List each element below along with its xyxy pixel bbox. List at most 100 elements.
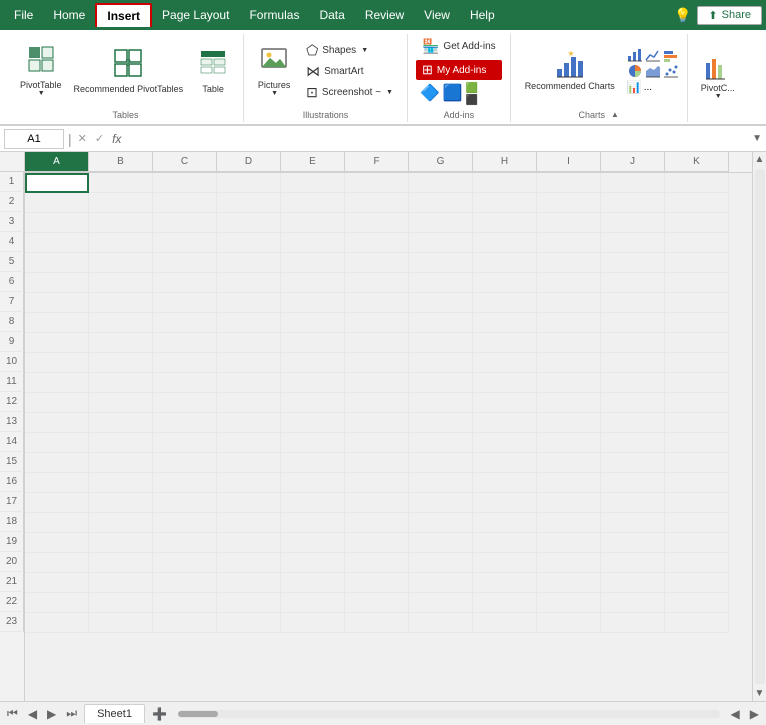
cell-C1[interactable] xyxy=(153,173,217,193)
pivot-table-button[interactable]: PivotTable ▼ xyxy=(16,43,66,99)
col-header-G[interactable]: G xyxy=(409,152,473,172)
row-18[interactable]: 18 xyxy=(0,512,24,532)
area-chart-icon[interactable] xyxy=(645,64,661,78)
cell-reference-input[interactable] xyxy=(4,129,64,149)
cell-B1[interactable] xyxy=(89,173,153,193)
row-13[interactable]: 13 xyxy=(0,412,24,432)
col-header-B[interactable]: B xyxy=(89,152,153,172)
row-7[interactable]: 7 xyxy=(0,292,24,312)
cell-H1[interactable] xyxy=(473,173,537,193)
sheet-nav-last[interactable]: ⏭ xyxy=(63,704,80,723)
table-button[interactable]: Table xyxy=(191,47,235,96)
cell-A1[interactable] xyxy=(25,173,89,193)
scroll-up-button[interactable]: ▲ xyxy=(753,152,766,167)
charts-collapse-button[interactable]: ▲ xyxy=(611,110,619,119)
cell-K1[interactable] xyxy=(665,173,729,193)
vertical-scrollbar[interactable]: ▲ ▼ xyxy=(752,152,766,701)
my-addins-button[interactable]: ⊞ My Add-ins xyxy=(416,60,502,80)
row-12[interactable]: 12 xyxy=(0,392,24,412)
col-header-E[interactable]: E xyxy=(281,152,345,172)
ms-icon-3[interactable]: 🟩 xyxy=(466,83,478,94)
cell-G1[interactable] xyxy=(409,173,473,193)
row-2[interactable]: 2 xyxy=(0,192,24,212)
tab-page-layout[interactable]: Page Layout xyxy=(152,4,239,26)
cell-F1[interactable] xyxy=(345,173,409,193)
share-button[interactable]: ⬆ Share xyxy=(697,6,762,25)
add-sheet-button[interactable]: ➕ xyxy=(149,705,170,723)
col-header-H[interactable]: H xyxy=(473,152,537,172)
ribbon-group-illustrations: Pictures ▼ ⬠ Shapes ▼ ⋈ SmartArt ⊡ xyxy=(244,34,408,122)
col-header-A[interactable]: A xyxy=(25,152,89,172)
col-header-J[interactable]: J xyxy=(601,152,665,172)
recommended-charts-button[interactable]: ★ Recommended Charts xyxy=(519,49,621,93)
cell-I1[interactable] xyxy=(537,173,601,193)
sheet-nav-prev[interactable]: ◀ xyxy=(25,705,40,723)
row-16[interactable]: 16 xyxy=(0,472,24,492)
cell-E1[interactable] xyxy=(281,173,345,193)
col-header-K[interactable]: K xyxy=(665,152,729,172)
row-8[interactable]: 8 xyxy=(0,312,24,332)
bar-chart-icon[interactable] xyxy=(627,48,643,62)
scroll-right-button[interactable]: ▶ xyxy=(747,705,762,723)
sheet-nav-next[interactable]: ▶ xyxy=(44,705,59,723)
row-19[interactable]: 19 xyxy=(0,532,24,552)
search-icon[interactable]: 💡 xyxy=(668,7,697,24)
tab-review[interactable]: Review xyxy=(355,4,414,26)
row-9[interactable]: 9 xyxy=(0,332,24,352)
row-20[interactable]: 20 xyxy=(0,552,24,572)
row-23[interactable]: 23 xyxy=(0,612,24,632)
row-21[interactable]: 21 xyxy=(0,572,24,592)
row-11[interactable]: 11 xyxy=(0,372,24,392)
screenshot-button[interactable]: ⊡ Screenshot ~ ▼ xyxy=(300,82,399,103)
cell-J1[interactable] xyxy=(601,173,665,193)
ms-icon-1[interactable]: 🔷 xyxy=(420,83,440,106)
scroll-down-button[interactable]: ▼ xyxy=(753,686,766,701)
row-14[interactable]: 14 xyxy=(0,432,24,452)
formula-input[interactable] xyxy=(127,129,748,149)
tab-home[interactable]: Home xyxy=(43,4,95,26)
fx-button[interactable]: fx xyxy=(110,132,123,146)
row-10[interactable]: 10 xyxy=(0,352,24,372)
recommended-pivottables-button[interactable]: ? Recommended PivotTables xyxy=(70,47,188,96)
row-22[interactable]: 22 xyxy=(0,592,24,612)
more-charts-icon[interactable]: ... xyxy=(644,82,652,93)
row-3[interactable]: 3 xyxy=(0,212,24,232)
scatter-chart-icon[interactable] xyxy=(663,64,679,78)
pie-chart-icon[interactable] xyxy=(627,64,643,78)
ms-icon-2[interactable]: 🟦 xyxy=(443,83,463,106)
row-1[interactable]: 1 xyxy=(0,172,24,192)
scroll-left-button[interactable]: ◀ xyxy=(728,705,743,723)
col-header-D[interactable]: D xyxy=(217,152,281,172)
pictures-button[interactable]: Pictures ▼ xyxy=(252,43,296,99)
scroll-track[interactable] xyxy=(755,169,765,684)
row-15[interactable]: 15 xyxy=(0,452,24,472)
bar-chart-2-icon[interactable] xyxy=(663,48,679,62)
row-6[interactable]: 6 xyxy=(0,272,24,292)
ms-icon-4[interactable]: ⬛ xyxy=(466,95,478,106)
sheet-nav-first[interactable]: ⏮ xyxy=(4,704,21,723)
formula-dropdown-icon[interactable]: ▼ xyxy=(752,133,762,144)
tab-formulas[interactable]: Formulas xyxy=(239,4,309,26)
cell-D1[interactable] xyxy=(217,173,281,193)
row-5[interactable]: 5 xyxy=(0,252,24,272)
tab-data[interactable]: Data xyxy=(309,4,354,26)
shapes-button[interactable]: ⬠ Shapes ▼ xyxy=(300,40,399,61)
formula-confirm-button[interactable]: ✓ xyxy=(93,132,106,145)
pivotc-button[interactable]: PivotC... ▼ xyxy=(696,53,740,102)
formula-cancel-button[interactable]: ✕ xyxy=(76,132,89,145)
col-header-F[interactable]: F xyxy=(345,152,409,172)
row-17[interactable]: 17 xyxy=(0,492,24,512)
line-chart-icon[interactable] xyxy=(645,48,661,62)
row-4[interactable]: 4 xyxy=(0,232,24,252)
pivot-chart-icon[interactable]: 📊 xyxy=(627,80,642,94)
get-addins-button[interactable]: 🏪 Get Add-ins xyxy=(416,36,502,57)
cell-A2[interactable] xyxy=(25,193,89,213)
col-header-C[interactable]: C xyxy=(153,152,217,172)
col-header-I[interactable]: I xyxy=(537,152,601,172)
tab-help[interactable]: Help xyxy=(460,4,505,26)
tab-insert[interactable]: Insert xyxy=(95,3,152,27)
sheet-tab-sheet1[interactable]: Sheet1 xyxy=(84,704,145,723)
tab-file[interactable]: File xyxy=(4,4,43,26)
tab-view[interactable]: View xyxy=(414,4,460,26)
smartart-button[interactable]: ⋈ SmartArt xyxy=(300,61,399,82)
